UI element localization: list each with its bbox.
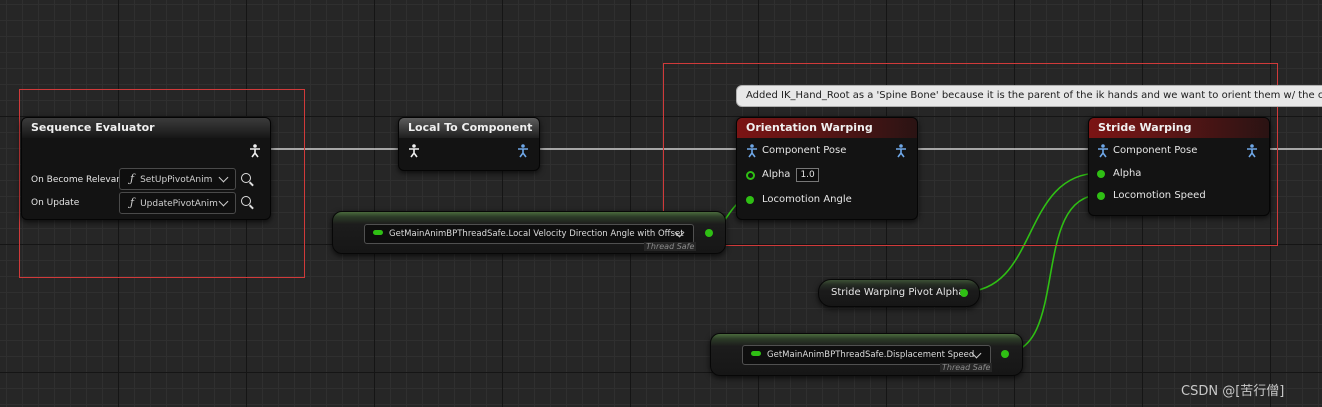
component-pose-output-icon[interactable] (1246, 144, 1258, 158)
alpha-row: Alpha 1.0 (762, 167, 819, 183)
pivot-alpha-variable-node[interactable]: Stride Warping Pivot Alpha (818, 279, 980, 307)
thread-safe-tag: Thread Safe (940, 363, 993, 372)
node-title: Local To Component (399, 118, 539, 138)
locomotion-speed-pin[interactable] (1097, 192, 1105, 200)
return-value-pin[interactable] (705, 229, 713, 237)
search-icon[interactable] (241, 196, 251, 206)
locomotion-speed-label: Locomotion Speed (1113, 190, 1206, 201)
variable-output-pin[interactable] (960, 289, 968, 297)
return-value-pin[interactable] (1001, 350, 1009, 358)
on-become-relevant-label: On Become Relevant (31, 175, 126, 185)
float-type-icon (751, 351, 761, 356)
displacement-speed-getter-node[interactable]: GetMainAnimBPThreadSafe.Displacement Spe… (710, 333, 1023, 376)
velocity-direction-getter-node[interactable]: GetMainAnimBPThreadSafe.Local Velocity D… (332, 211, 726, 254)
component-pose-output-icon[interactable] (517, 144, 529, 158)
local-to-component-node[interactable]: Local To Component (398, 117, 540, 171)
component-pose-output-icon[interactable] (895, 144, 907, 158)
alpha-label: Alpha (762, 169, 791, 180)
function-name: UpdatePivotAnim (140, 199, 218, 209)
function-name: SetUpPivotAnim (140, 175, 213, 185)
component-pose-input-icon[interactable] (1097, 144, 1109, 158)
pose-output-icon[interactable] (249, 144, 261, 158)
alpha-pin[interactable] (746, 171, 755, 180)
component-pose-label: Component Pose (1113, 145, 1198, 156)
on-update-function-select[interactable]: ƒ UpdatePivotAnim (119, 192, 236, 214)
search-icon[interactable] (241, 173, 251, 183)
sequence-evaluator-node[interactable]: Sequence Evaluator On Become Relevant ƒS… (21, 117, 271, 220)
node-title: Sequence Evaluator (22, 118, 270, 138)
property-path: GetMainAnimBPThreadSafe.Displacement Spe… (767, 350, 975, 360)
pose-input-icon[interactable] (408, 144, 420, 158)
component-pose-label: Component Pose (762, 145, 847, 156)
alpha-label: Alpha (1113, 168, 1142, 179)
component-pose-input-icon[interactable] (746, 144, 758, 158)
alpha-pin[interactable] (1097, 170, 1105, 178)
function-icon: ƒ (130, 172, 135, 185)
alpha-value-field[interactable]: 1.0 (796, 168, 819, 182)
float-type-icon (373, 230, 383, 235)
displacement-property-select[interactable]: GetMainAnimBPThreadSafe.Displacement Spe… (742, 345, 991, 365)
stride-warping-node[interactable]: Stride Warping Component Pose Alpha Loco… (1088, 117, 1270, 216)
on-update-label: On Update (31, 198, 80, 208)
function-icon: ƒ (130, 196, 135, 209)
chevron-down-icon (218, 172, 229, 183)
locomotion-angle-pin[interactable] (746, 196, 754, 204)
on-become-relevant-function-select[interactable]: ƒ SetUpPivotAnim (119, 168, 236, 190)
node-title: Stride Warping (1089, 118, 1269, 138)
velocity-property-select[interactable]: GetMainAnimBPThreadSafe.Local Velocity D… (364, 224, 694, 244)
watermark: CSDN @[苦行僧] (1181, 384, 1285, 399)
property-path: GetMainAnimBPThreadSafe.Local Velocity D… (389, 229, 684, 239)
chevron-down-icon (218, 196, 229, 207)
node-title: Orientation Warping (737, 118, 917, 138)
thread-safe-tag: Thread Safe (644, 242, 697, 251)
locomotion-angle-label: Locomotion Angle (762, 194, 852, 205)
comment-bubble[interactable]: Added IK_Hand_Root as a 'Spine Bone' bec… (736, 85, 1322, 107)
variable-name: Stride Warping Pivot Alpha (831, 287, 965, 298)
orientation-warping-node[interactable]: Orientation Warping Component Pose Alpha… (736, 117, 918, 220)
